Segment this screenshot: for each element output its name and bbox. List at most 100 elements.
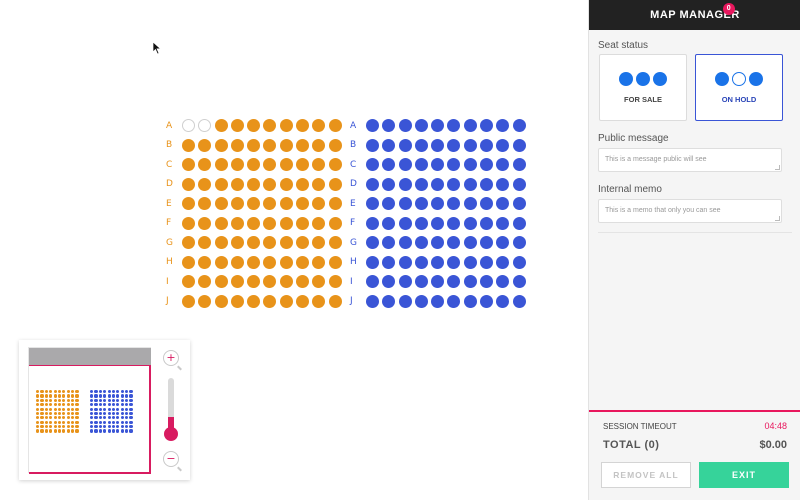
seat[interactable] xyxy=(182,158,195,172)
seat[interactable] xyxy=(263,275,277,289)
seat[interactable] xyxy=(296,294,310,308)
seat[interactable] xyxy=(382,275,396,289)
seat[interactable] xyxy=(447,255,461,269)
seat-map-canvas[interactable]: ABCDEFGHIJ ABCDEFGHIJ + − xyxy=(0,0,588,500)
public-message-field[interactable]: This is a message public will see xyxy=(598,148,782,172)
seat[interactable] xyxy=(279,275,293,289)
seat[interactable] xyxy=(463,294,477,308)
seat[interactable] xyxy=(328,158,342,172)
seat[interactable] xyxy=(447,216,461,230)
seat[interactable] xyxy=(512,177,526,191)
seat[interactable] xyxy=(366,294,379,308)
seat[interactable] xyxy=(296,138,310,152)
seat[interactable] xyxy=(414,216,428,230)
seat[interactable] xyxy=(496,119,510,133)
seat[interactable] xyxy=(263,177,277,191)
seat[interactable] xyxy=(480,158,494,172)
seat[interactable] xyxy=(214,294,228,308)
seat[interactable] xyxy=(247,158,261,172)
seat[interactable] xyxy=(279,119,293,133)
seat[interactable] xyxy=(312,255,326,269)
seat[interactable] xyxy=(198,294,212,308)
seat[interactable] xyxy=(496,138,510,152)
seat[interactable] xyxy=(198,177,212,191)
seat-empty[interactable] xyxy=(198,119,212,133)
seat[interactable] xyxy=(312,197,326,211)
seat[interactable] xyxy=(414,255,428,269)
seat[interactable] xyxy=(198,158,212,172)
seat[interactable] xyxy=(198,138,212,152)
seat[interactable] xyxy=(247,177,261,191)
seat[interactable] xyxy=(328,216,342,230)
seat[interactable] xyxy=(263,119,277,133)
seat[interactable] xyxy=(279,255,293,269)
seat[interactable] xyxy=(296,158,310,172)
seat[interactable] xyxy=(230,275,244,289)
seat[interactable] xyxy=(431,119,445,133)
seat[interactable] xyxy=(480,216,494,230)
seat[interactable] xyxy=(279,138,293,152)
seat[interactable] xyxy=(512,119,526,133)
seat[interactable] xyxy=(230,294,244,308)
seat[interactable] xyxy=(296,197,310,211)
seat[interactable] xyxy=(496,177,510,191)
seat[interactable] xyxy=(512,255,526,269)
seat[interactable] xyxy=(382,119,396,133)
seat[interactable] xyxy=(480,294,494,308)
seat[interactable] xyxy=(447,177,461,191)
seat[interactable] xyxy=(214,236,228,250)
seat[interactable] xyxy=(398,216,412,230)
seat[interactable] xyxy=(414,236,428,250)
seat[interactable] xyxy=(447,119,461,133)
seat[interactable] xyxy=(328,138,342,152)
seat[interactable] xyxy=(230,255,244,269)
seat[interactable] xyxy=(182,197,195,211)
seat[interactable] xyxy=(431,275,445,289)
seat[interactable] xyxy=(463,236,477,250)
seat[interactable] xyxy=(279,294,293,308)
seat[interactable] xyxy=(214,138,228,152)
seat[interactable] xyxy=(214,275,228,289)
seat[interactable] xyxy=(512,138,526,152)
seat[interactable] xyxy=(414,138,428,152)
seat[interactable] xyxy=(328,275,342,289)
seat[interactable] xyxy=(496,197,510,211)
seat[interactable] xyxy=(182,236,195,250)
seat[interactable] xyxy=(198,197,212,211)
seat[interactable] xyxy=(463,216,477,230)
seat[interactable] xyxy=(382,177,396,191)
seat[interactable] xyxy=(366,197,379,211)
seat[interactable] xyxy=(512,197,526,211)
seat[interactable] xyxy=(214,119,228,133)
seat[interactable] xyxy=(480,236,494,250)
zoom-slider-handle[interactable] xyxy=(164,427,178,441)
seat[interactable] xyxy=(366,216,379,230)
seat[interactable] xyxy=(247,197,261,211)
seat[interactable] xyxy=(496,275,510,289)
seat[interactable] xyxy=(398,197,412,211)
seat[interactable] xyxy=(279,236,293,250)
seat[interactable] xyxy=(198,255,212,269)
seat[interactable] xyxy=(463,138,477,152)
seat[interactable] xyxy=(328,236,342,250)
seat[interactable] xyxy=(263,216,277,230)
status-option-for-sale[interactable]: FOR SALE xyxy=(599,54,687,121)
seat[interactable] xyxy=(447,197,461,211)
seat[interactable] xyxy=(296,236,310,250)
seat[interactable] xyxy=(279,216,293,230)
seat[interactable] xyxy=(230,119,244,133)
seat[interactable] xyxy=(230,216,244,230)
zoom-in-icon[interactable]: + xyxy=(163,350,179,366)
seat[interactable] xyxy=(247,275,261,289)
seat[interactable] xyxy=(328,177,342,191)
seat[interactable] xyxy=(366,177,379,191)
seat[interactable] xyxy=(398,158,412,172)
status-option-on-hold[interactable]: ON HOLD xyxy=(695,54,783,121)
seat[interactable] xyxy=(496,216,510,230)
seat[interactable] xyxy=(182,138,195,152)
seat[interactable] xyxy=(247,119,261,133)
seat[interactable] xyxy=(382,158,396,172)
seat[interactable] xyxy=(198,236,212,250)
seat[interactable] xyxy=(480,275,494,289)
seat[interactable] xyxy=(463,275,477,289)
